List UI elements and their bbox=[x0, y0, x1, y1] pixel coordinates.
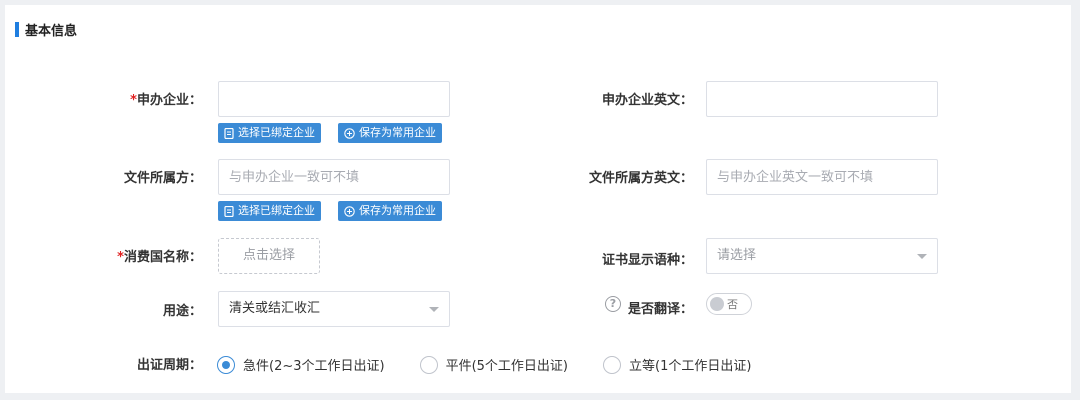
section-title: 基本信息 bbox=[15, 21, 78, 39]
section-title-bar bbox=[15, 21, 19, 37]
radio-immediate[interactable]: 立等(1个工作日出证) bbox=[603, 355, 751, 374]
radio-normal-label: 平件(5个工作日出证) bbox=[445, 359, 569, 374]
radio-immediate-label: 立等(1个工作日出证) bbox=[629, 359, 752, 374]
save-common-company-button-2[interactable]: 保存为常用企业 bbox=[338, 201, 442, 221]
radio-normal[interactable]: 平件(5个工作日出证) bbox=[419, 355, 569, 374]
translate-toggle[interactable]: 否 bbox=[706, 293, 752, 315]
chevron-down-icon bbox=[917, 253, 927, 259]
required-mark: * bbox=[117, 250, 124, 265]
toggle-knob bbox=[710, 297, 724, 311]
owner-en-input[interactable] bbox=[706, 159, 938, 195]
cert-language-label: 证书显示语种： bbox=[601, 253, 693, 268]
period-radio-group: 急件(2~3个工作日出证) 平件(5个工作日出证) 立等(1个工作日出证) bbox=[217, 355, 751, 374]
applicant-label: *申办企业： bbox=[65, 89, 202, 108]
radio-dot bbox=[222, 360, 230, 369]
translate-label: 是否翻译： bbox=[627, 302, 693, 317]
purpose-select[interactable]: 清关或结汇收汇 bbox=[218, 291, 450, 327]
save-common-company-button[interactable]: 保存为常用企业 bbox=[338, 123, 442, 143]
applicant-input[interactable] bbox=[218, 81, 450, 117]
plus-circle-icon bbox=[344, 205, 355, 217]
cert-language-select[interactable]: 请选择 bbox=[706, 238, 938, 274]
consumer-country-label-text: 消费国名称： bbox=[123, 250, 202, 265]
save-common-company-label-2: 保存为常用企业 bbox=[359, 204, 436, 217]
purpose-value: 清关或结汇收汇 bbox=[229, 301, 321, 316]
document-icon bbox=[224, 205, 234, 217]
basic-info-card: 基本信息 *申办企业： 选择已绑定企业 保存为常用企业 申办企业英文： 文件所属… bbox=[5, 5, 1071, 393]
purpose-label: 用途： bbox=[162, 304, 202, 319]
period-label: 出证周期： bbox=[136, 358, 202, 373]
toggle-label: 否 bbox=[727, 298, 738, 311]
document-icon bbox=[224, 127, 234, 139]
cert-language-placeholder: 请选择 bbox=[717, 248, 757, 263]
select-bound-company-label-2: 选择已绑定企业 bbox=[238, 204, 315, 217]
radio-circle bbox=[603, 355, 622, 374]
choose-country-button[interactable]: 点击选择 bbox=[218, 238, 320, 274]
applicant-en-label: 申办企业英文： bbox=[601, 93, 693, 108]
select-bound-company-button-2[interactable]: 选择已绑定企业 bbox=[218, 201, 321, 221]
plus-circle-icon bbox=[344, 127, 355, 139]
save-common-company-label: 保存为常用企业 bbox=[359, 126, 436, 139]
question-icon[interactable]: ? bbox=[605, 296, 621, 312]
applicant-en-input[interactable] bbox=[706, 81, 938, 117]
required-mark: * bbox=[130, 93, 137, 108]
section-title-text: 基本信息 bbox=[25, 23, 78, 39]
owner-label: 文件所属方： bbox=[123, 171, 202, 186]
chevron-down-icon bbox=[429, 306, 439, 312]
select-bound-company-button[interactable]: 选择已绑定企业 bbox=[218, 123, 321, 143]
owner-en-label: 文件所属方英文： bbox=[588, 171, 693, 186]
applicant-label-text: 申办企业： bbox=[136, 93, 202, 108]
radio-urgent-label: 急件(2~3个工作日出证) bbox=[243, 359, 385, 374]
select-bound-company-label: 选择已绑定企业 bbox=[238, 126, 315, 139]
owner-input[interactable] bbox=[218, 159, 450, 195]
radio-circle bbox=[419, 355, 438, 374]
radio-circle bbox=[217, 355, 235, 374]
radio-urgent[interactable]: 急件(2~3个工作日出证) bbox=[217, 355, 385, 374]
consumer-country-label: *消费国名称： bbox=[65, 246, 202, 265]
